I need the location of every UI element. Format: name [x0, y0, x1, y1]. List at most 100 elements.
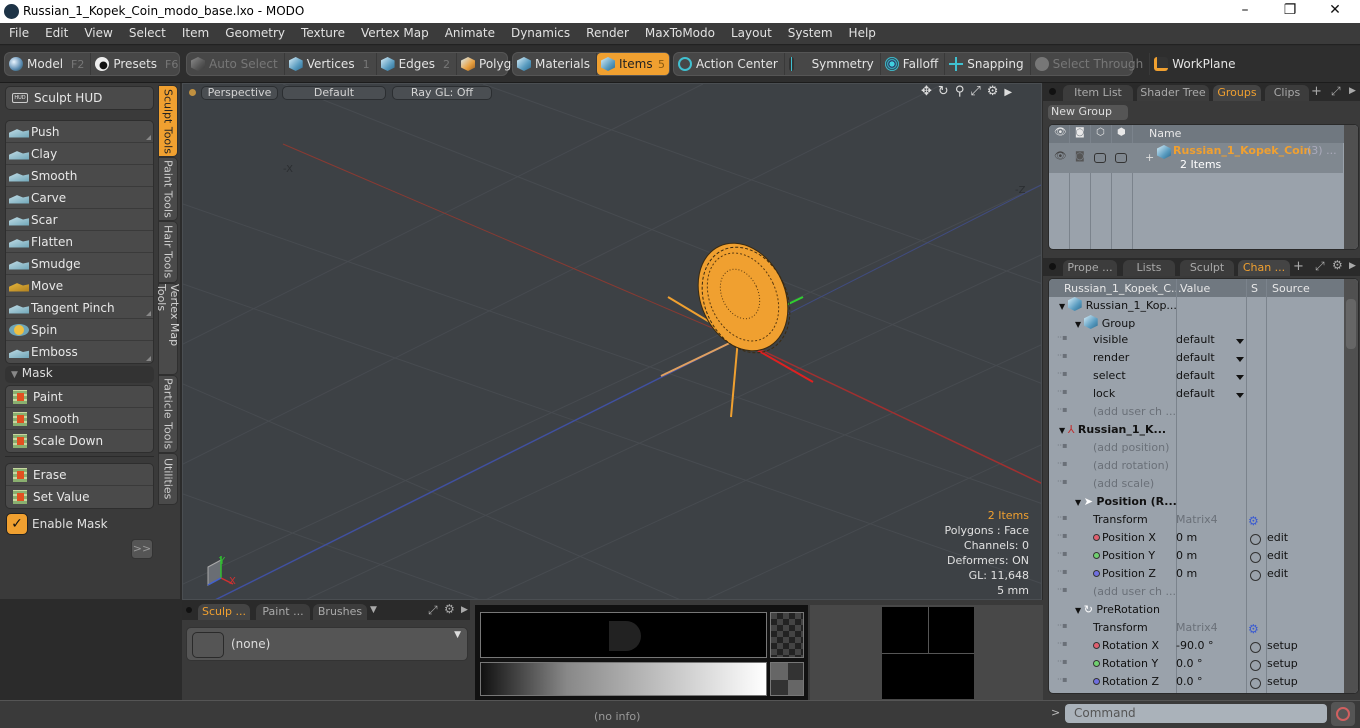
expand-triangle-icon[interactable]: ▼: [1059, 302, 1068, 311]
new-group-button[interactable]: New Group: [1048, 105, 1128, 120]
group-select-toggle[interactable]: [1115, 153, 1127, 163]
command-input[interactable]: Command: [1065, 704, 1327, 723]
tool-smudge[interactable]: Smudge: [6, 253, 153, 275]
auto-select-button[interactable]: Auto Select: [187, 53, 285, 75]
channel-row[interactable]: ··▪ select default: [1049, 369, 1358, 387]
tool-emboss[interactable]: Emboss: [6, 341, 153, 363]
tab-paint-tools[interactable]: Paint Tools: [158, 157, 178, 221]
channel-row[interactable]: ··▪ Position X 0 m edit: [1049, 531, 1358, 549]
menu-edit[interactable]: Edit: [36, 23, 75, 40]
mask-tool-scale-down[interactable]: Scale Down: [6, 430, 153, 452]
channel-row[interactable]: ··▪ Transform Matrix4 ⚙: [1049, 513, 1358, 531]
channel-row[interactable]: ▼ ↻ PreRotation: [1049, 603, 1358, 621]
channel-row[interactable]: ▼ ➤ Position (R...: [1049, 495, 1358, 513]
menu-help[interactable]: Help: [840, 23, 883, 40]
expand-triangle-icon[interactable]: ▼: [1059, 426, 1068, 435]
expand-triangle-icon[interactable]: ▼: [1075, 498, 1084, 507]
tab-vertex-map-tools[interactable]: Vertex Map Tools: [155, 283, 181, 375]
channel-value[interactable]: Matrix4: [1176, 513, 1218, 526]
tab-sculpt[interactable]: Sculpt: [1180, 260, 1234, 276]
channel-row[interactable]: ▼ Group: [1049, 315, 1358, 333]
channel-value[interactable]: 0 m: [1176, 549, 1197, 562]
tool-flatten[interactable]: Flatten: [6, 231, 153, 253]
rotate-icon[interactable]: ↻: [938, 84, 949, 102]
3d-viewport[interactable]: Y X Perspective Default Ray GL: Off -X -…: [182, 83, 1042, 600]
mask-tool-erase[interactable]: Erase: [6, 464, 153, 486]
menu-layout[interactable]: Layout: [722, 23, 779, 40]
mask-tool-smooth[interactable]: Smooth: [6, 408, 153, 430]
panel-menu-arrow-icon[interactable]: ▶: [461, 605, 468, 615]
tab-utilities[interactable]: Utilities: [158, 453, 178, 505]
group-row[interactable]: 👁 ◙ + Russian_1_Kopek_Coin (3) ... 2 Ite…: [1049, 143, 1343, 173]
tab-sculpt-tools[interactable]: Sculpt Tools: [158, 85, 178, 157]
state-circle-icon[interactable]: [1250, 642, 1261, 653]
expand-triangle-icon[interactable]: ▼: [1075, 606, 1084, 615]
channel-value[interactable]: default: [1176, 369, 1215, 382]
view-mode-button[interactable]: Perspective: [201, 86, 278, 100]
channel-value[interactable]: 0 m: [1176, 531, 1197, 544]
channel-row[interactable]: ··▪ lock default: [1049, 387, 1358, 405]
channel-row[interactable]: ··▪ visible default: [1049, 333, 1358, 351]
tool-spin[interactable]: Spin: [6, 319, 153, 341]
gradient-checker-swatch[interactable]: [770, 662, 804, 696]
snapping-button[interactable]: Snapping: [945, 53, 1031, 75]
group-visible-icon[interactable]: 👁: [1054, 151, 1067, 162]
tool-scar[interactable]: Scar: [6, 209, 153, 231]
tool-clay[interactable]: Clay: [6, 143, 153, 165]
state-circle-icon[interactable]: [1250, 570, 1261, 581]
channel-row[interactable]: ··▪ (add position): [1049, 441, 1358, 459]
tab-sculpt-brush[interactable]: Sculp ...: [198, 604, 250, 620]
vertices-button[interactable]: Vertices 1: [285, 53, 377, 75]
tool-move[interactable]: Move: [6, 275, 153, 297]
symmetry-button[interactable]: Symmetry: [785, 53, 881, 75]
sculpt-hud-button[interactable]: HUD Sculpt HUD: [5, 86, 154, 110]
tab-groups[interactable]: Groups: [1213, 85, 1261, 101]
tab-clips[interactable]: Clips: [1265, 85, 1309, 101]
channel-value[interactable]: default: [1176, 351, 1215, 364]
gradient-ramp[interactable]: [480, 662, 767, 696]
tab-hair-tools[interactable]: Hair Tools: [158, 221, 178, 283]
menu-view[interactable]: View: [75, 23, 119, 40]
channel-value[interactable]: 0.0 °: [1176, 657, 1203, 670]
add-tab-icon[interactable]: +: [1293, 259, 1304, 274]
matrix-gear-icon[interactable]: ⚙: [1248, 622, 1259, 636]
close-button[interactable]: ✕: [1320, 2, 1350, 22]
channel-row[interactable]: ▼ Russian_1_Kop...: [1049, 297, 1358, 315]
menu-maxtomodo[interactable]: MaxToModo: [636, 23, 722, 40]
maximize-viewport-icon[interactable]: ⤢: [970, 84, 980, 102]
zoom-icon[interactable]: ⚲: [955, 84, 965, 102]
channel-row[interactable]: ··▪ Transform Matrix4 ⚙: [1049, 621, 1358, 639]
expand-triangle-icon[interactable]: ▼: [1075, 320, 1084, 329]
channel-row[interactable]: ··▪ render default: [1049, 351, 1358, 369]
menu-item[interactable]: Item: [173, 23, 216, 40]
expand-plus-icon[interactable]: +: [1145, 151, 1154, 164]
coin-mesh[interactable]: [681, 228, 806, 367]
items-button[interactable]: Items 5: [597, 53, 669, 75]
raygl-button[interactable]: Ray GL: Off: [392, 86, 492, 100]
channel-value[interactable]: Matrix4: [1176, 621, 1218, 634]
tabs-dropdown-icon[interactable]: ▼: [370, 605, 377, 615]
maximize-panel-icon[interactable]: ⤢: [428, 603, 438, 618]
tab-properties[interactable]: Prope ...: [1063, 260, 1117, 276]
mask-tool-set-value[interactable]: Set Value: [6, 486, 153, 508]
model-button[interactable]: Model F2: [5, 53, 92, 75]
group-render-icon[interactable]: ◙: [1075, 151, 1085, 162]
channel-value[interactable]: -90.0 °: [1176, 639, 1213, 652]
state-circle-icon[interactable]: [1250, 534, 1261, 545]
panel-menu-arrow-icon[interactable]: ▶: [1349, 261, 1356, 271]
menu-file[interactable]: File: [0, 23, 36, 40]
scrollbar-thumb[interactable]: [1346, 299, 1356, 349]
action-center-button[interactable]: Action Center: [674, 53, 785, 75]
channel-row[interactable]: ··▪ Position Z 0 m edit: [1049, 567, 1358, 585]
panel-menu-arrow-icon[interactable]: ▶: [1349, 86, 1356, 96]
channel-row[interactable]: ··▪ Position Y 0 m edit: [1049, 549, 1358, 567]
tool-tangent-pinch[interactable]: Tangent Pinch: [6, 297, 153, 319]
alpha-checker-swatch[interactable]: [770, 612, 804, 658]
tab-item-list[interactable]: Item List: [1063, 85, 1133, 101]
presets-button[interactable]: Presets F6: [91, 53, 184, 75]
channel-row[interactable]: ··▪ (add user ch ...: [1049, 405, 1358, 423]
menu-geometry[interactable]: Geometry: [216, 23, 292, 40]
mask-tool-paint[interactable]: Paint: [6, 386, 153, 408]
tool-push[interactable]: Push: [6, 121, 153, 143]
menu-animate[interactable]: Animate: [436, 23, 502, 40]
